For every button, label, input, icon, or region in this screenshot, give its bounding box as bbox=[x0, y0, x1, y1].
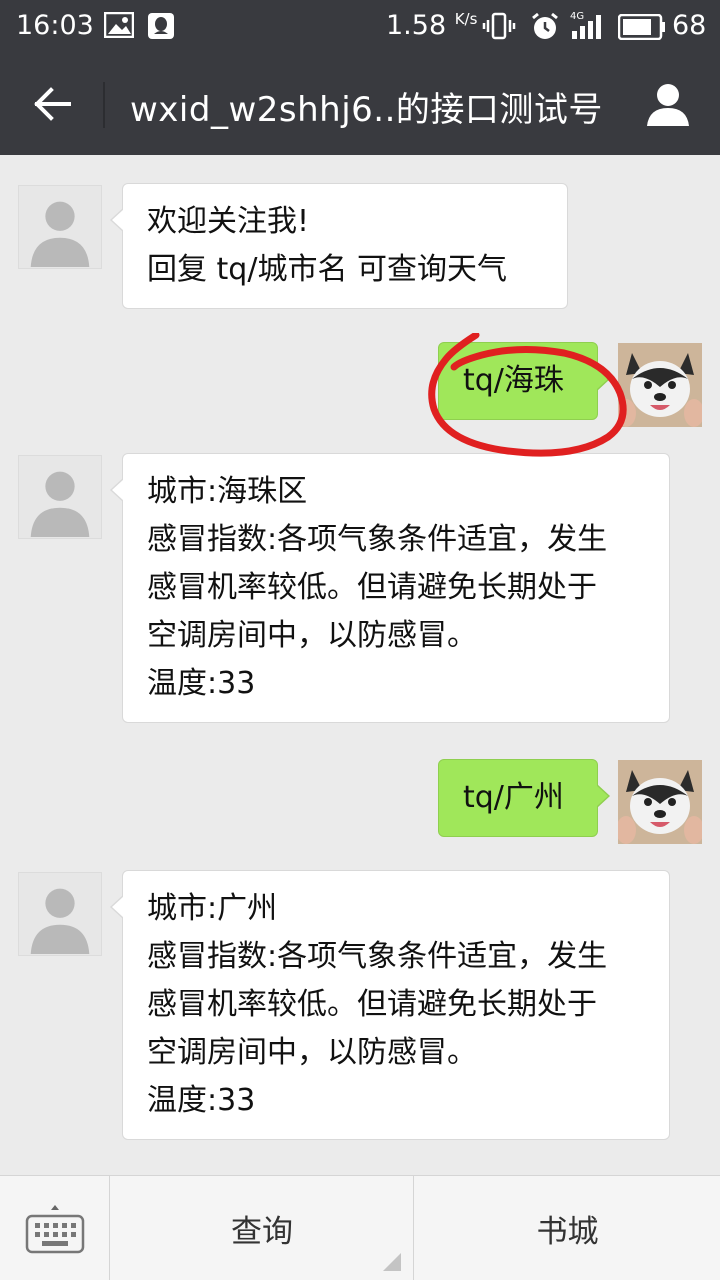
sender-avatar[interactable] bbox=[18, 455, 102, 539]
profile-button[interactable] bbox=[640, 78, 696, 130]
back-button[interactable] bbox=[22, 76, 82, 132]
title-divider bbox=[103, 82, 105, 128]
menu-query-label: 查询 bbox=[231, 1214, 293, 1250]
default-avatar-icon bbox=[30, 201, 90, 267]
signal-type-label: 4G bbox=[570, 11, 584, 22]
status-bar: 16:03 1.58 K/s 4G 68 bbox=[0, 0, 720, 54]
sender-avatar[interactable] bbox=[18, 872, 102, 956]
network-speed: 1.58 K/s bbox=[386, 10, 478, 41]
vibrate-icon bbox=[482, 12, 516, 47]
default-avatar-icon bbox=[30, 888, 90, 954]
battery-percentage: 68 bbox=[672, 10, 707, 41]
user-avatar[interactable] bbox=[618, 760, 702, 844]
received-message-bubble[interactable]: 城市:广州 感冒指数:各项气象条件适宜，发生 感冒机率较低。但请避免长期处于 空… bbox=[110, 870, 670, 1140]
alarm-icon bbox=[530, 12, 560, 49]
image-notification-icon bbox=[103, 11, 135, 45]
battery-icon bbox=[617, 13, 666, 47]
message-line: 空调房间中，以防感冒。 bbox=[147, 618, 477, 653]
husky-avatar-icon bbox=[618, 343, 702, 427]
status-time: 16:03 bbox=[16, 10, 94, 41]
message-line: 回复 tq/城市名 可查询天气 bbox=[147, 252, 507, 287]
menu-bookstore-label: 书城 bbox=[536, 1214, 599, 1250]
message-line: 温度:33 bbox=[147, 666, 256, 701]
sent-message-bubble[interactable]: tq/广州 bbox=[438, 759, 610, 837]
received-message-bubble[interactable]: 欢迎关注我! 回复 tq/城市名 可查询天气 bbox=[110, 183, 568, 309]
message-line: 城市:广州 bbox=[147, 891, 278, 926]
submenu-indicator-icon bbox=[383, 1253, 401, 1271]
message-line: 感冒机率较低。但请避免长期处于 bbox=[147, 987, 597, 1022]
bottom-menu-bar: 查询 书城 bbox=[0, 1175, 720, 1280]
person-icon bbox=[647, 84, 689, 126]
message-line: tq/海珠 bbox=[463, 363, 564, 398]
sender-avatar[interactable] bbox=[18, 185, 102, 269]
message-line: 温度:33 bbox=[147, 1083, 256, 1118]
user-avatar[interactable] bbox=[618, 343, 702, 427]
signal-4g-icon: 4G bbox=[570, 9, 608, 48]
sent-message-bubble[interactable]: tq/海珠 bbox=[438, 342, 610, 420]
keyboard-icon bbox=[25, 1204, 84, 1253]
message-line: tq/广州 bbox=[463, 780, 564, 815]
message-line: 感冒机率较低。但请避免长期处于 bbox=[147, 570, 597, 605]
chat-title: wxid_w2shhj6..的接口测试号 bbox=[130, 90, 603, 130]
message-line: 城市:海珠区 bbox=[147, 474, 308, 509]
message-line: 空调房间中，以防感冒。 bbox=[147, 1035, 477, 1070]
chat-area[interactable]: 欢迎关注我! 回复 tq/城市名 可查询天气 tq/海珠 城市:海珠区 感冒指数… bbox=[0, 155, 720, 1175]
menu-bookstore-button[interactable]: 书城 bbox=[415, 1176, 720, 1280]
message-line: 感冒指数:各项气象条件适宜，发生 bbox=[147, 522, 608, 557]
received-message-bubble[interactable]: 城市:海珠区 感冒指数:各项气象条件适宜，发生 感冒机率较低。但请避免长期处于 … bbox=[110, 453, 670, 723]
title-bar: wxid_w2shhj6..的接口测试号 bbox=[0, 54, 720, 155]
menu-query-button[interactable]: 查询 bbox=[111, 1176, 414, 1280]
back-arrow-icon bbox=[34, 87, 71, 121]
default-avatar-icon bbox=[30, 471, 90, 537]
message-line: 感冒指数:各项气象条件适宜，发生 bbox=[147, 939, 608, 974]
qq-notification-icon bbox=[147, 12, 175, 47]
keyboard-toggle-button[interactable] bbox=[0, 1176, 110, 1280]
husky-avatar-icon bbox=[618, 760, 702, 844]
message-line: 欢迎关注我! bbox=[147, 204, 310, 239]
